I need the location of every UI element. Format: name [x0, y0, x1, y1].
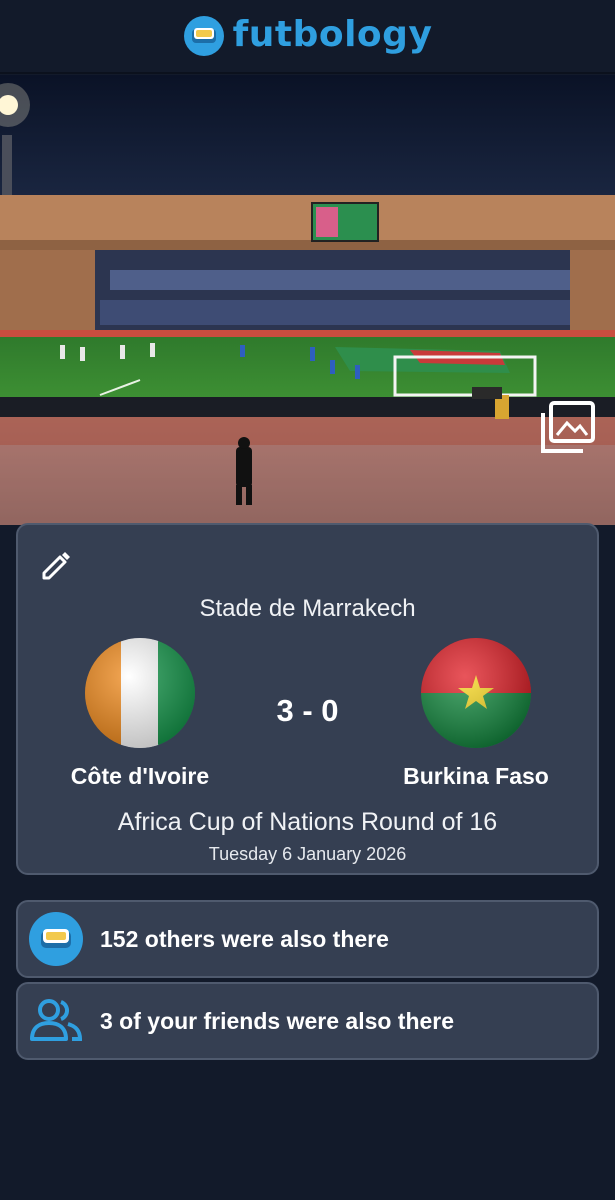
photo-gallery-icon[interactable]	[539, 401, 597, 455]
futbology-ticket-icon	[29, 912, 83, 966]
friends-attended-text: 3 of your friends were also there	[100, 1007, 455, 1034]
venue-name: Stade de Marrakech	[199, 595, 416, 622]
people-icon	[30, 999, 83, 1041]
friends-attended-row[interactable]: 3 of your friends were also there	[16, 982, 599, 1060]
pencil-icon[interactable]	[38, 547, 74, 583]
others-attended-row[interactable]: 152 others were also there	[16, 900, 599, 978]
home-team-name: Côte d'Ivoire	[70, 763, 210, 789]
app-header: futbology	[0, 0, 615, 74]
burkina-faso-flag-icon	[421, 638, 531, 748]
match-date: Tuesday 6 January 2026	[208, 844, 407, 864]
app-name: futbology	[232, 13, 433, 55]
stadium-illustration	[0, 75, 615, 525]
away-team-name: Burkina Faso	[403, 763, 549, 789]
competition-name: Africa Cup of Nations Round of 16	[117, 808, 498, 836]
away-team[interactable]: Burkina Faso	[366, 637, 586, 790]
match-card: Stade de Marrakech Côte d'Ivoire 3 - 0 B…	[16, 523, 599, 875]
futbology-logo-icon	[183, 16, 224, 56]
stadium-photo[interactable]	[0, 75, 615, 525]
others-attended-text: 152 others were also there	[100, 925, 389, 952]
futbology-logo[interactable]: futbology	[183, 13, 433, 57]
